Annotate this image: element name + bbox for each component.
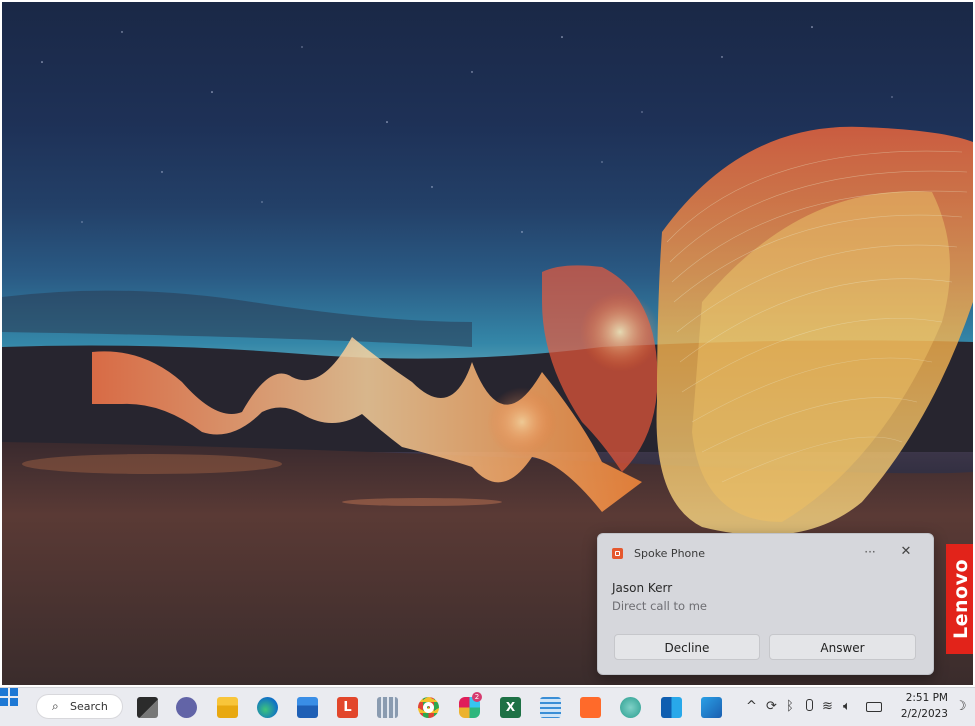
lenovo-vantage-icon[interactable]: L (337, 697, 358, 718)
windows-start-icon[interactable] (0, 688, 18, 706)
photos-icon[interactable] (620, 697, 641, 718)
slack-notification-badge: 2 (472, 692, 482, 702)
microsoft-store-icon[interactable] (297, 697, 318, 718)
lenovo-logo-text: Lenovo (949, 558, 972, 640)
caller-name: Jason Kerr (612, 581, 673, 595)
teams-chat-icon[interactable] (176, 697, 197, 718)
task-view-icon[interactable] (137, 697, 158, 718)
decline-button[interactable]: Decline (614, 634, 760, 660)
microphone-icon[interactable] (806, 699, 813, 711)
volume-icon[interactable]: 🔈︎ (843, 699, 851, 714)
clock-time[interactable]: 2:51 PM (900, 692, 948, 704)
clock-date[interactable]: 2/2/2023 (892, 708, 948, 720)
calculator-icon[interactable] (377, 697, 398, 718)
file-explorer-icon[interactable] (217, 697, 238, 718)
close-icon[interactable]: ✕ (897, 543, 915, 561)
sublime-icon[interactable] (580, 697, 601, 718)
battery-icon[interactable] (866, 702, 882, 712)
call-notification[interactable]: Spoke Phone ··· ✕ Jason Kerr Direct call… (597, 533, 934, 675)
chevron-up-icon[interactable]: ^ (746, 699, 757, 714)
bluetooth-icon[interactable]: ᛒ (786, 699, 794, 714)
answer-button[interactable]: Answer (769, 634, 916, 660)
call-description: Direct call to me (612, 599, 707, 613)
excel-icon[interactable]: X (500, 697, 521, 718)
spoke-phone-app-icon (612, 548, 623, 559)
chrome-icon[interactable] (418, 697, 439, 718)
search-icon: ⌕ (52, 699, 59, 713)
notepad-icon[interactable] (540, 697, 561, 718)
edge-icon[interactable] (257, 697, 278, 718)
sync-icon[interactable]: ⟳ (766, 699, 777, 714)
wifi-icon[interactable]: ≋ (822, 699, 833, 714)
notifications-moon-icon[interactable]: ☽ (955, 699, 967, 714)
notification-app-name: Spoke Phone (634, 547, 706, 560)
taskbar: ⌕ Search L 2 X ^ ⟳ ᛒ ≋ 🔈︎ 2:51 PM 2/2/20… (0, 687, 975, 726)
taskbar-search[interactable]: ⌕ Search (36, 694, 123, 719)
lenovo-logo: Lenovo (946, 544, 973, 654)
remote-desktop-icon[interactable] (701, 697, 722, 718)
outlook-icon[interactable] (661, 697, 682, 718)
search-label: Search (70, 700, 108, 713)
more-options-button[interactable]: ··· (860, 543, 880, 561)
desktop-wallpaper: Lenovo Spoke Phone ··· ✕ Jason Kerr Dire… (2, 2, 973, 685)
